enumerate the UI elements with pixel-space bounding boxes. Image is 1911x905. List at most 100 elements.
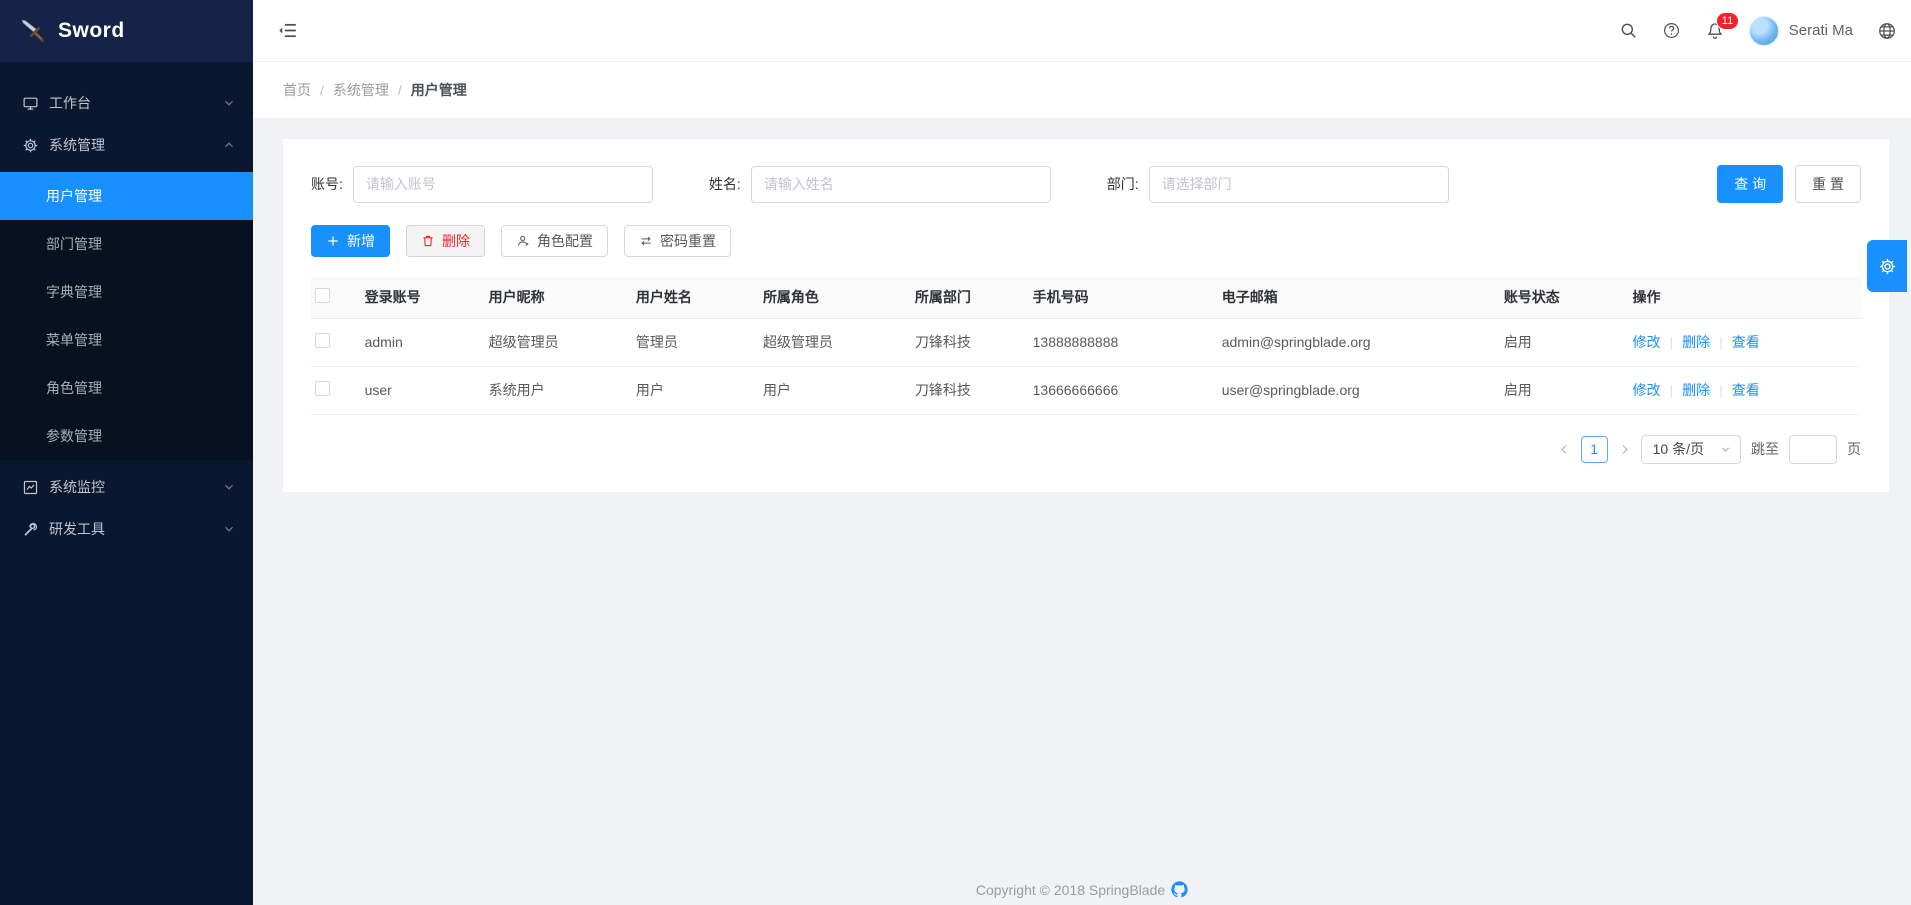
github-icon[interactable] [1171,881,1188,898]
user-table: 登录账号 用户昵称 用户姓名 所属角色 所属部门 手机号码 电子邮箱 账号状态 … [311,277,1861,415]
sidebar-item-system-monitor[interactable]: 系统监控 [0,466,253,508]
logo[interactable]: Sword [0,0,253,62]
cell-phone: 13666666666 [1029,366,1218,414]
name-field-group: 姓名: [709,166,1051,203]
sidebar-item-user-management[interactable]: 用户管理 [0,172,253,220]
role-config-button[interactable]: 角色配置 [501,225,608,257]
cell-actions: 修改 删除 查看 [1628,366,1861,414]
main-area: 11 Serati Ma 首页 / 系统管理 / 用户管理 [253,0,1911,905]
cell-role: 超级管理员 [759,318,911,366]
cell-dept: 刀锋科技 [911,366,1029,414]
sidebar-item-dict-management[interactable]: 字典管理 [0,268,253,316]
column-header-name: 用户姓名 [632,277,759,318]
system-management-submenu: 用户管理 部门管理 字典管理 菜单管理 角色管理 参数管理 [0,172,253,460]
plus-icon [326,234,340,248]
table-row: user 系统用户 用户 用户 刀锋科技 13666666666 user@sp… [311,366,1861,414]
app-window: Sword 工作台 系统管理 用户管理 部门管理 字典管 [0,0,1911,905]
submenu-item-label: 用户管理 [46,186,102,206]
column-header-email: 电子邮箱 [1218,277,1500,318]
sidebar-item-role-management[interactable]: 角色管理 [0,364,253,412]
cell-name: 用户 [632,366,759,414]
search-button[interactable]: 查 询 [1717,165,1783,203]
delete-link[interactable]: 删除 [1682,334,1710,350]
add-button-label: 新增 [347,231,375,251]
edit-link[interactable]: 修改 [1632,382,1660,398]
submenu-item-label: 角色管理 [46,378,102,398]
breadcrumb-separator: / [320,82,324,98]
next-page-button[interactable] [1618,443,1631,456]
theme-settings-button[interactable] [1867,240,1907,292]
row-checkbox[interactable] [315,381,330,396]
sidebar-item-param-management[interactable]: 参数管理 [0,412,253,460]
notifications-button[interactable]: 11 [1705,21,1725,41]
chevron-down-icon [1720,444,1731,455]
globe-icon [1877,21,1897,41]
cell-status: 启用 [1500,318,1629,366]
reset-button[interactable]: 重 置 [1795,165,1861,203]
action-divider [1660,334,1682,350]
user-management-card: 账号: 姓名: 部门: 查 询 重 置 [283,139,1889,492]
trash-icon [421,234,435,248]
view-link[interactable]: 查看 [1732,382,1760,398]
submenu-item-label: 字典管理 [46,282,102,302]
prev-page-button[interactable] [1558,443,1571,456]
select-all-checkbox[interactable] [315,288,330,303]
search-icon [1619,21,1638,40]
gear-icon [1878,257,1897,276]
chevron-left-icon [1558,443,1571,456]
cell-nickname: 系统用户 [485,366,632,414]
wrench-icon [22,521,39,538]
notification-badge: 11 [1716,12,1739,30]
sidebar-item-menu-management[interactable]: 菜单管理 [0,316,253,364]
chevron-down-icon [223,523,235,535]
swap-icon [639,234,653,248]
sidebar-item-system-management[interactable]: 系统管理 [0,124,253,166]
account-input[interactable] [353,166,653,203]
edit-link[interactable]: 修改 [1632,334,1660,350]
dept-select[interactable] [1149,166,1449,203]
jump-to-input[interactable] [1789,435,1837,464]
header-help-button[interactable] [1662,21,1681,40]
sidebar-item-label: 研发工具 [49,519,223,539]
cell-nickname: 超级管理员 [485,318,632,366]
column-header-role: 所属角色 [759,277,911,318]
copyright-text: Copyright © 2018 SpringBlade [976,882,1165,898]
column-header-actions: 操作 [1628,277,1861,318]
view-link[interactable]: 查看 [1732,334,1760,350]
breadcrumb: 首页 / 系统管理 / 用户管理 [253,62,1911,118]
add-button[interactable]: 新增 [311,225,390,257]
sidebar-item-dept-management[interactable]: 部门管理 [0,220,253,268]
column-header-nickname: 用户昵称 [485,277,632,318]
breadcrumb-system-management[interactable]: 系统管理 [333,80,389,100]
name-input[interactable] [751,166,1051,203]
cell-account: user [361,366,485,414]
language-button[interactable] [1877,21,1897,41]
submenu-item-label: 菜单管理 [46,330,102,350]
sidebar-item-label: 工作台 [49,93,223,113]
delete-link[interactable]: 删除 [1682,382,1710,398]
cell-actions: 修改 删除 查看 [1628,318,1861,366]
chevron-down-icon [223,97,235,109]
current-page[interactable]: 1 [1581,436,1608,463]
sidebar-item-label: 系统监控 [49,477,223,497]
sidebar-collapse-button[interactable] [277,20,298,41]
sidebar-item-dev-tools[interactable]: 研发工具 [0,508,253,550]
password-reset-button[interactable]: 密码重置 [624,225,731,257]
cell-phone: 13888888888 [1029,318,1218,366]
chart-icon [22,479,39,496]
header-search-button[interactable] [1619,21,1638,40]
filter-actions: 查 询 重 置 [1717,165,1861,203]
sidebar-item-workbench[interactable]: 工作台 [0,82,253,124]
name-label: 姓名: [709,174,741,194]
menu-fold-icon [277,20,298,41]
question-icon [1662,21,1681,40]
user-menu[interactable]: Serati Ma [1749,16,1853,46]
jump-to-label: 跳至 [1751,439,1779,459]
breadcrumb-home[interactable]: 首页 [283,80,311,100]
row-checkbox[interactable] [315,333,330,348]
delete-button[interactable]: 删除 [406,225,485,257]
page-size-select[interactable]: 10 条/页 [1641,435,1741,464]
breadcrumb-current: 用户管理 [411,80,467,100]
account-field-group: 账号: [311,166,653,203]
cell-email: admin@springblade.org [1218,318,1500,366]
